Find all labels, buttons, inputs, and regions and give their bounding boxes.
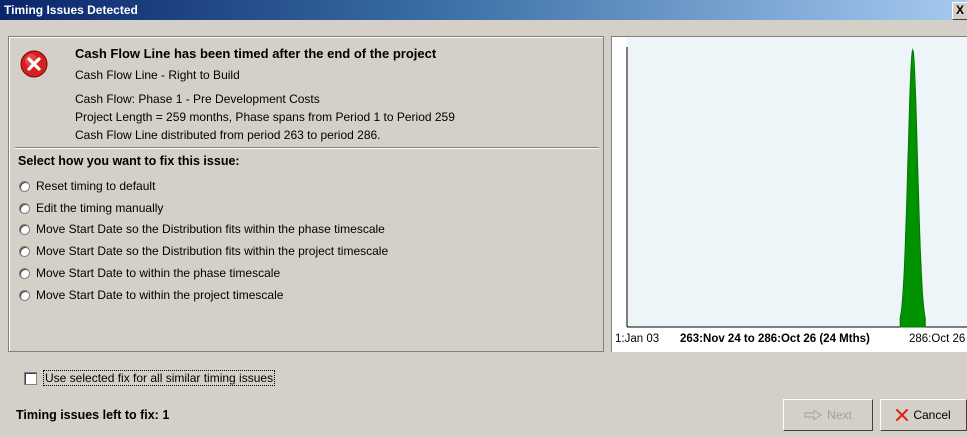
divider [15, 147, 599, 149]
cancel-button[interactable]: Cancel [880, 399, 967, 431]
window-title: Timing Issues Detected [4, 3, 138, 17]
option-label: Reset timing to default [36, 179, 156, 193]
issue-panel: Cash Flow Line has been timed after the … [8, 36, 604, 352]
radio-button[interactable] [19, 180, 30, 192]
radio-button[interactable] [19, 267, 30, 279]
issue-detail-distribution: Cash Flow Line distributed from period 2… [75, 128, 381, 142]
arrow-right-icon [804, 410, 823, 420]
error-icon [20, 50, 48, 78]
chart-start-label: 1:Jan 03 [615, 333, 660, 345]
option-edit-manually[interactable]: Edit the timing manually [19, 200, 163, 216]
status-text: Timing issues left to fix: 1 [16, 408, 170, 422]
checkbox-label: Use selected fix for all similar timing … [43, 370, 276, 386]
option-move-within-project[interactable]: Move Start Date to within the project ti… [19, 287, 283, 303]
timing-chart: 1:Jan 03 263:Nov 24 to 286:Oct 26 (24 Mt… [611, 36, 967, 352]
radio-button[interactable] [19, 223, 30, 235]
option-label: Move Start Date so the Distribution fits… [36, 222, 385, 236]
title-bar: Timing Issues Detected X [0, 0, 967, 20]
close-button[interactable]: X [952, 2, 967, 20]
option-move-within-phase[interactable]: Move Start Date to within the phase time… [19, 265, 280, 281]
issue-detail-project-length: Project Length = 259 months, Phase spans… [75, 110, 455, 124]
radio-button[interactable] [19, 289, 30, 301]
option-reset-timing[interactable]: Reset timing to default [19, 178, 155, 194]
close-icon: X [955, 3, 964, 17]
checkbox-box[interactable] [24, 371, 37, 385]
issue-line: Cash Flow Line - Right to Build [75, 68, 240, 82]
issue-detail-cashflow: Cash Flow: Phase 1 - Pre Development Cos… [75, 92, 320, 106]
option-label: Edit the timing manually [36, 201, 164, 215]
issue-title: Cash Flow Line has been timed after the … [75, 46, 437, 61]
apply-all-checkbox[interactable]: Use selected fix for all similar timing … [24, 370, 276, 386]
cancel-x-icon [896, 409, 909, 421]
chart-end-label: 286:Oct 26 [909, 333, 966, 345]
option-label: Move Start Date so the Distribution fits… [36, 244, 389, 258]
cancel-label: Cancel [913, 408, 951, 422]
chart-range-label: 263:Nov 24 to 286:Oct 26 (24 Mths) [680, 333, 870, 345]
option-label: Move Start Date to within the phase time… [36, 266, 281, 280]
chart-canvas [626, 37, 967, 328]
option-fit-project-timescale[interactable]: Move Start Date so the Distribution fits… [19, 243, 388, 259]
radio-button[interactable] [19, 245, 30, 257]
next-label: Next [827, 408, 852, 422]
option-label: Move Start Date to within the project ti… [36, 288, 284, 302]
fix-options-heading: Select how you want to fix this issue: [18, 154, 240, 168]
option-fit-phase-timescale[interactable]: Move Start Date so the Distribution fits… [19, 221, 385, 237]
next-button[interactable]: Next [783, 399, 873, 431]
radio-button[interactable] [19, 202, 30, 214]
